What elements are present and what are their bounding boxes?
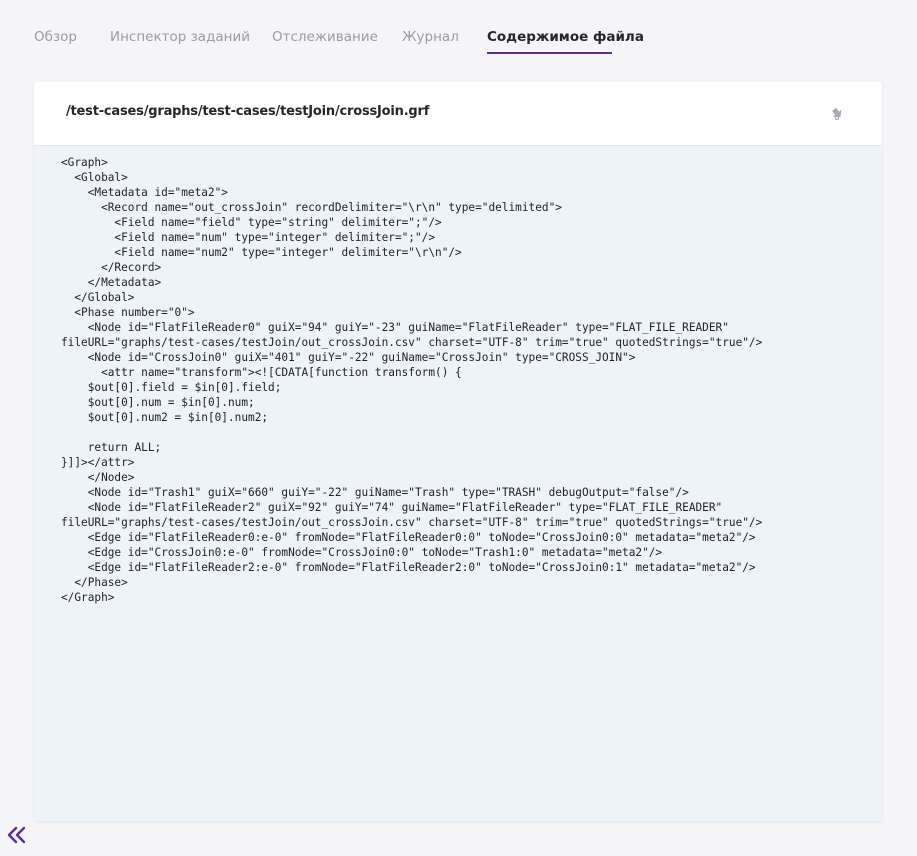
- file-path: /test-cases/graphs/test-cases/testJoin/c…: [66, 104, 430, 119]
- download-button[interactable]: [830, 104, 848, 122]
- tab-job-inspector[interactable]: Инспектор заданий: [110, 26, 262, 52]
- tab-tracking[interactable]: Отслеживание: [272, 26, 392, 52]
- download-icon: [832, 107, 842, 121]
- tab-bar: Обзор Инспектор заданий Отслеживание Жур…: [34, 26, 644, 54]
- file-content-panel: /test-cases/graphs/test-cases/testJoin/c…: [34, 82, 882, 821]
- tab-file-content[interactable]: Содержимое файла: [487, 26, 644, 54]
- tab-log[interactable]: Журнал: [402, 26, 477, 52]
- file-content-code: <Graph> <Global> <Metadata id="meta2"> <…: [61, 156, 763, 604]
- file-header: /test-cases/graphs/test-cases/testJoin/c…: [34, 82, 882, 146]
- tab-overview[interactable]: Обзор: [34, 26, 104, 52]
- double-chevron-left-icon: [7, 826, 26, 844]
- collapse-sidebar-button[interactable]: [6, 824, 28, 846]
